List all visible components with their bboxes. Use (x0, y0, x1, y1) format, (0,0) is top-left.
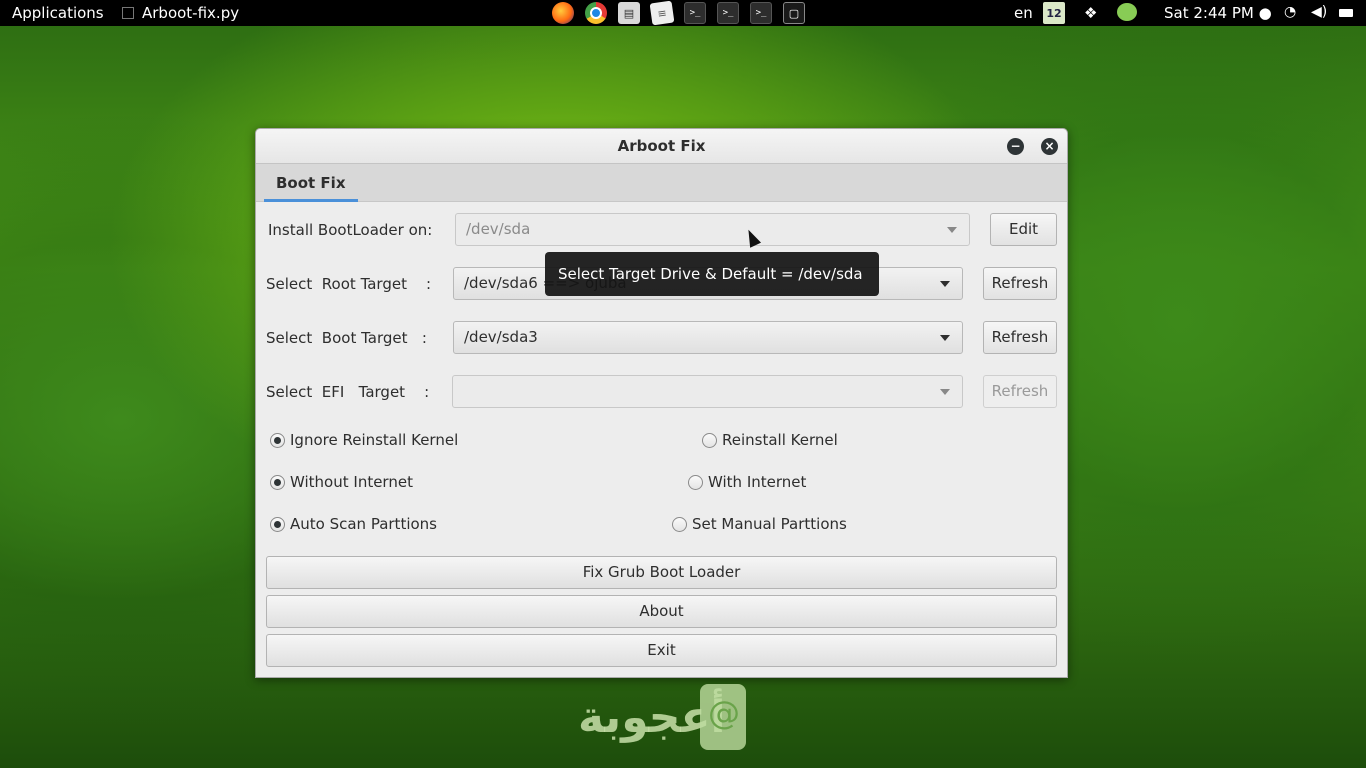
efi-target-combo[interactable] (452, 375, 963, 408)
arboot-fix-window: Arboot Fix − × Boot Fix Install BootLoad… (255, 128, 1068, 678)
titlebar[interactable]: Arboot Fix − × (256, 129, 1067, 164)
tooltip: Select Target Drive & Default = /dev/sda (545, 252, 879, 296)
chevron-down-icon (947, 227, 957, 233)
terminal-icon[interactable]: >_ (717, 2, 739, 24)
firefox-icon[interactable] (552, 2, 574, 24)
manual-partitions-radio[interactable]: Set Manual Parttions (672, 515, 847, 533)
radio-unselected-icon (672, 516, 687, 532)
tab-boot-fix[interactable]: Boot Fix (264, 164, 358, 202)
window-icon (122, 7, 134, 19)
chat-icon[interactable] (1117, 3, 1137, 21)
chevron-down-icon (940, 281, 950, 287)
without-internet-label: Without Internet (290, 473, 413, 491)
chrome-icon[interactable] (585, 2, 607, 24)
radio-selected-icon (270, 516, 285, 532)
taskbar-window-title: Arboot-fix.py (142, 4, 240, 22)
window-title: Arboot Fix (617, 137, 706, 155)
radio-selected-icon (270, 432, 285, 448)
install-bootloader-value: /dev/sda (466, 220, 531, 238)
reinstall-kernel-label: Reinstall Kernel (722, 431, 838, 449)
battery-icon[interactable] (1339, 9, 1353, 17)
dropbox-icon[interactable]: ❖ (1084, 4, 1097, 22)
auto-scan-radio[interactable]: Auto Scan Parttions (270, 515, 437, 533)
fix-grub-button[interactable]: Fix Grub Boot Loader (266, 556, 1057, 589)
without-internet-radio[interactable]: Without Internet (270, 473, 413, 491)
root-target-label: Select Root Target : (266, 275, 432, 293)
wallpaper-logo: أعجوبة (578, 684, 788, 754)
window-icon[interactable]: ▢ (783, 2, 805, 24)
efi-target-label: Select EFI Target : (266, 383, 430, 401)
boot-target-combo[interactable]: /dev/sda3 (453, 321, 963, 354)
boot-target-value: /dev/sda3 (464, 328, 538, 346)
keyboard-layout[interactable]: en (1014, 4, 1033, 22)
text-editor-icon[interactable]: ≡ (649, 0, 675, 26)
install-bootloader-label: Install BootLoader on: (268, 221, 433, 239)
with-internet-label: With Internet (708, 473, 807, 491)
boot-target-label: Select Boot Target : (266, 329, 427, 347)
radio-unselected-icon (702, 432, 717, 448)
edit-button[interactable]: Edit (990, 213, 1057, 246)
about-button[interactable]: About (266, 595, 1057, 628)
top-panel: Applications Arboot-fix.py ▤ ≡ >_ >_ >_ … (0, 0, 1366, 26)
applications-menu[interactable]: Applications (12, 4, 104, 22)
clock[interactable]: Sat 2:44 PM ● (1164, 4, 1272, 22)
refresh-root-button[interactable]: Refresh (983, 267, 1057, 300)
chevron-down-icon (940, 389, 950, 395)
ignore-reinstall-kernel-radio[interactable]: Ignore Reinstall Kernel (270, 431, 458, 449)
minimize-icon[interactable]: − (1007, 138, 1024, 155)
refresh-efi-button[interactable]: Refresh (983, 375, 1057, 408)
manual-partitions-label: Set Manual Parttions (692, 515, 847, 533)
files-icon[interactable]: ▤ (618, 2, 640, 24)
install-bootloader-combo[interactable]: /dev/sda (455, 213, 970, 246)
terminal-icon[interactable]: >_ (750, 2, 772, 24)
exit-button[interactable]: Exit (266, 634, 1057, 667)
with-internet-radio[interactable]: With Internet (688, 473, 806, 491)
tab-bar: Boot Fix (256, 164, 1067, 202)
reinstall-kernel-radio[interactable]: Reinstall Kernel (702, 431, 838, 449)
radio-selected-icon (270, 474, 285, 490)
taskbar-window-button[interactable]: Arboot-fix.py (122, 4, 239, 22)
launcher-bar: ▤ ≡ >_ >_ >_ ▢ (552, 0, 805, 26)
wifi-icon[interactable]: ◔ (1284, 4, 1296, 20)
calendar-icon[interactable]: 12 (1043, 2, 1065, 24)
ignore-reinstall-kernel-label: Ignore Reinstall Kernel (290, 431, 459, 449)
refresh-boot-button[interactable]: Refresh (983, 321, 1057, 354)
close-icon[interactable]: × (1041, 138, 1058, 155)
chevron-down-icon (940, 335, 950, 341)
radio-unselected-icon (688, 474, 703, 490)
volume-icon[interactable]: ◀) (1311, 4, 1327, 20)
logo-icon (700, 684, 746, 750)
auto-scan-label: Auto Scan Parttions (290, 515, 437, 533)
terminal-icon[interactable]: >_ (684, 2, 706, 24)
